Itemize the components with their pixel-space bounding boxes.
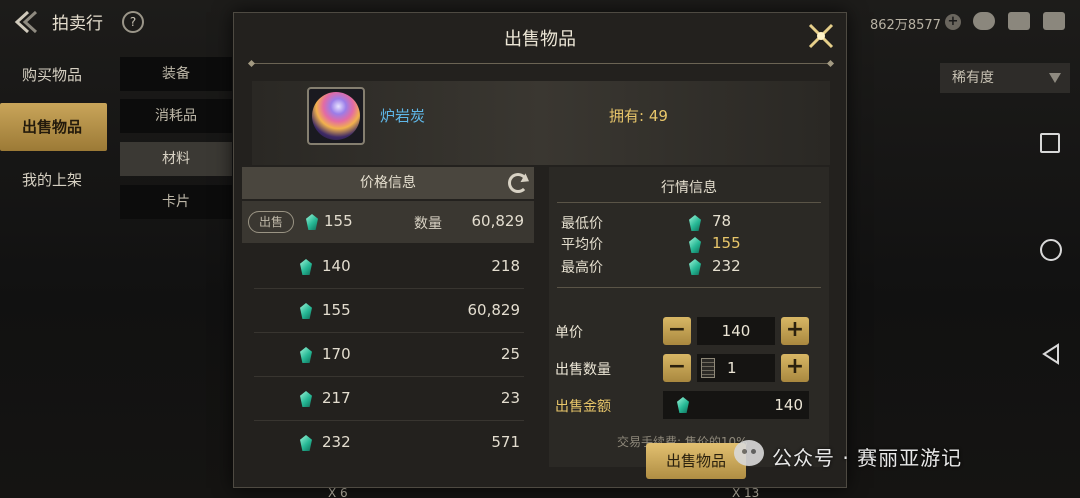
max-price-value: 232 xyxy=(712,257,741,275)
dialog-title: 出售物品 xyxy=(504,29,576,50)
row-quantity: 60,829 xyxy=(467,301,521,319)
gem-icon xyxy=(689,259,701,275)
quantity-minus-button[interactable]: − xyxy=(663,354,691,382)
rarity-label: 稀有度 xyxy=(952,70,994,86)
gem-icon xyxy=(689,215,701,231)
row-quantity: 218 xyxy=(491,257,520,275)
price-row[interactable]: 140 218 xyxy=(254,245,524,289)
price-info-title: 价格信息 xyxy=(360,175,416,191)
avg-price-value: 155 xyxy=(712,234,741,252)
sell-tag: 出售 xyxy=(248,211,294,233)
row-quantity: 23 xyxy=(500,389,520,407)
item-icon-frame[interactable] xyxy=(307,87,365,145)
home-icon[interactable] xyxy=(1040,239,1062,261)
quantity-value: 1 xyxy=(727,359,737,377)
price-row[interactable]: 232 571 xyxy=(254,421,524,465)
quantity-input[interactable]: 1 xyxy=(697,354,775,382)
back-arrow-icon[interactable] xyxy=(14,9,44,35)
market-info-title: 行情信息 xyxy=(661,180,717,196)
rarity-dropdown[interactable]: 稀有度 xyxy=(940,63,1070,93)
row-price: 140 xyxy=(322,257,351,275)
row-quantity: 60,829 xyxy=(471,212,525,230)
item-name: 炉岩炭 xyxy=(380,107,426,125)
currency-amount: 862万8577 xyxy=(870,18,941,33)
back-nav-icon[interactable] xyxy=(1040,342,1062,366)
gem-icon xyxy=(689,237,701,253)
item-summary: 炉岩炭 拥有: 49 xyxy=(252,81,830,165)
subnav-cards[interactable]: 卡片 xyxy=(120,185,232,219)
gem-icon xyxy=(306,214,318,230)
watermark: 公众号 · 赛丽亚游记 xyxy=(734,436,1054,474)
unit-price-label: 单价 xyxy=(555,325,583,341)
page-title: 拍卖行 xyxy=(52,14,103,34)
row-price: 155 xyxy=(322,301,351,319)
row-price: 217 xyxy=(322,389,351,407)
price-row[interactable]: 170 25 xyxy=(254,333,524,377)
avg-price-label: 平均价 xyxy=(561,237,603,253)
market-info-panel: 行情信息 最低价 78 平均价 155 最高价 232 单价 − 140 + 出… xyxy=(549,167,829,467)
help-glyph: ? xyxy=(129,15,137,29)
unit-price-input[interactable]: 140 xyxy=(697,317,775,345)
price-row[interactable]: 217 23 xyxy=(254,377,524,421)
sell-total-value: 140 xyxy=(774,396,803,414)
add-currency-button[interactable]: + xyxy=(945,14,961,30)
quantity-label: 数量 xyxy=(414,216,442,232)
unit-price-plus-button[interactable]: + xyxy=(781,317,809,345)
sell-total-field: 140 xyxy=(663,391,809,419)
row-price: 232 xyxy=(322,433,351,451)
gem-icon xyxy=(300,259,312,275)
price-row-current[interactable]: 出售 155 数量 60,829 xyxy=(242,201,534,243)
lava-orb-icon xyxy=(312,92,360,140)
mail-icon[interactable] xyxy=(1008,12,1030,30)
sell-item-dialog: 出售物品 炉岩炭 拥有: 49 价格信息 出售 155 数量 60,829 14… xyxy=(233,12,847,488)
gem-icon xyxy=(300,435,312,451)
wechat-icon xyxy=(734,440,764,466)
gem-icon xyxy=(300,303,312,319)
price-row[interactable]: 155 60,829 xyxy=(254,289,524,333)
recent-apps-icon[interactable] xyxy=(1040,133,1060,153)
sell-quantity-label: 出售数量 xyxy=(555,362,611,378)
help-icon[interactable]: ? xyxy=(117,6,149,38)
nav-my-listings[interactable]: 我的上架 xyxy=(0,156,107,204)
market-divider xyxy=(557,202,821,203)
row-price: 170 xyxy=(322,345,351,363)
market-divider xyxy=(557,287,821,288)
calculator-icon[interactable] xyxy=(701,358,715,378)
sell-item-button[interactable]: 出售物品 xyxy=(646,443,746,479)
subnav-materials[interactable]: 材料 xyxy=(120,142,232,176)
max-price-label: 最高价 xyxy=(561,260,603,276)
price-info-header: 价格信息 xyxy=(242,167,534,199)
chat-icon[interactable] xyxy=(1043,12,1065,30)
refresh-icon[interactable] xyxy=(508,173,528,193)
chevron-down-icon xyxy=(1049,73,1061,83)
min-price-value: 78 xyxy=(712,212,732,230)
gem-icon xyxy=(300,391,312,407)
owned-count: 拥有: 49 xyxy=(609,107,668,125)
bag-icon[interactable] xyxy=(973,12,995,30)
row-price: 155 xyxy=(324,212,353,230)
nav-buy-items[interactable]: 购买物品 xyxy=(0,51,107,99)
subnav-consumables[interactable]: 消耗品 xyxy=(120,99,232,133)
watermark-text: 公众号 · 赛丽亚游记 xyxy=(772,446,963,470)
unit-price-minus-button[interactable]: − xyxy=(663,317,691,345)
sell-total-label: 出售金额 xyxy=(555,399,611,415)
close-icon[interactable] xyxy=(804,19,838,53)
title-divider xyxy=(252,63,830,64)
row-quantity: 571 xyxy=(491,433,520,451)
nav-sell-items[interactable]: 出售物品 xyxy=(0,103,107,151)
gem-icon xyxy=(300,347,312,363)
quantity-plus-button[interactable]: + xyxy=(781,354,809,382)
subnav-equipment[interactable]: 装备 xyxy=(120,57,232,91)
min-price-label: 最低价 xyxy=(561,216,603,232)
row-quantity: 25 xyxy=(500,345,520,363)
gem-icon xyxy=(677,397,689,413)
